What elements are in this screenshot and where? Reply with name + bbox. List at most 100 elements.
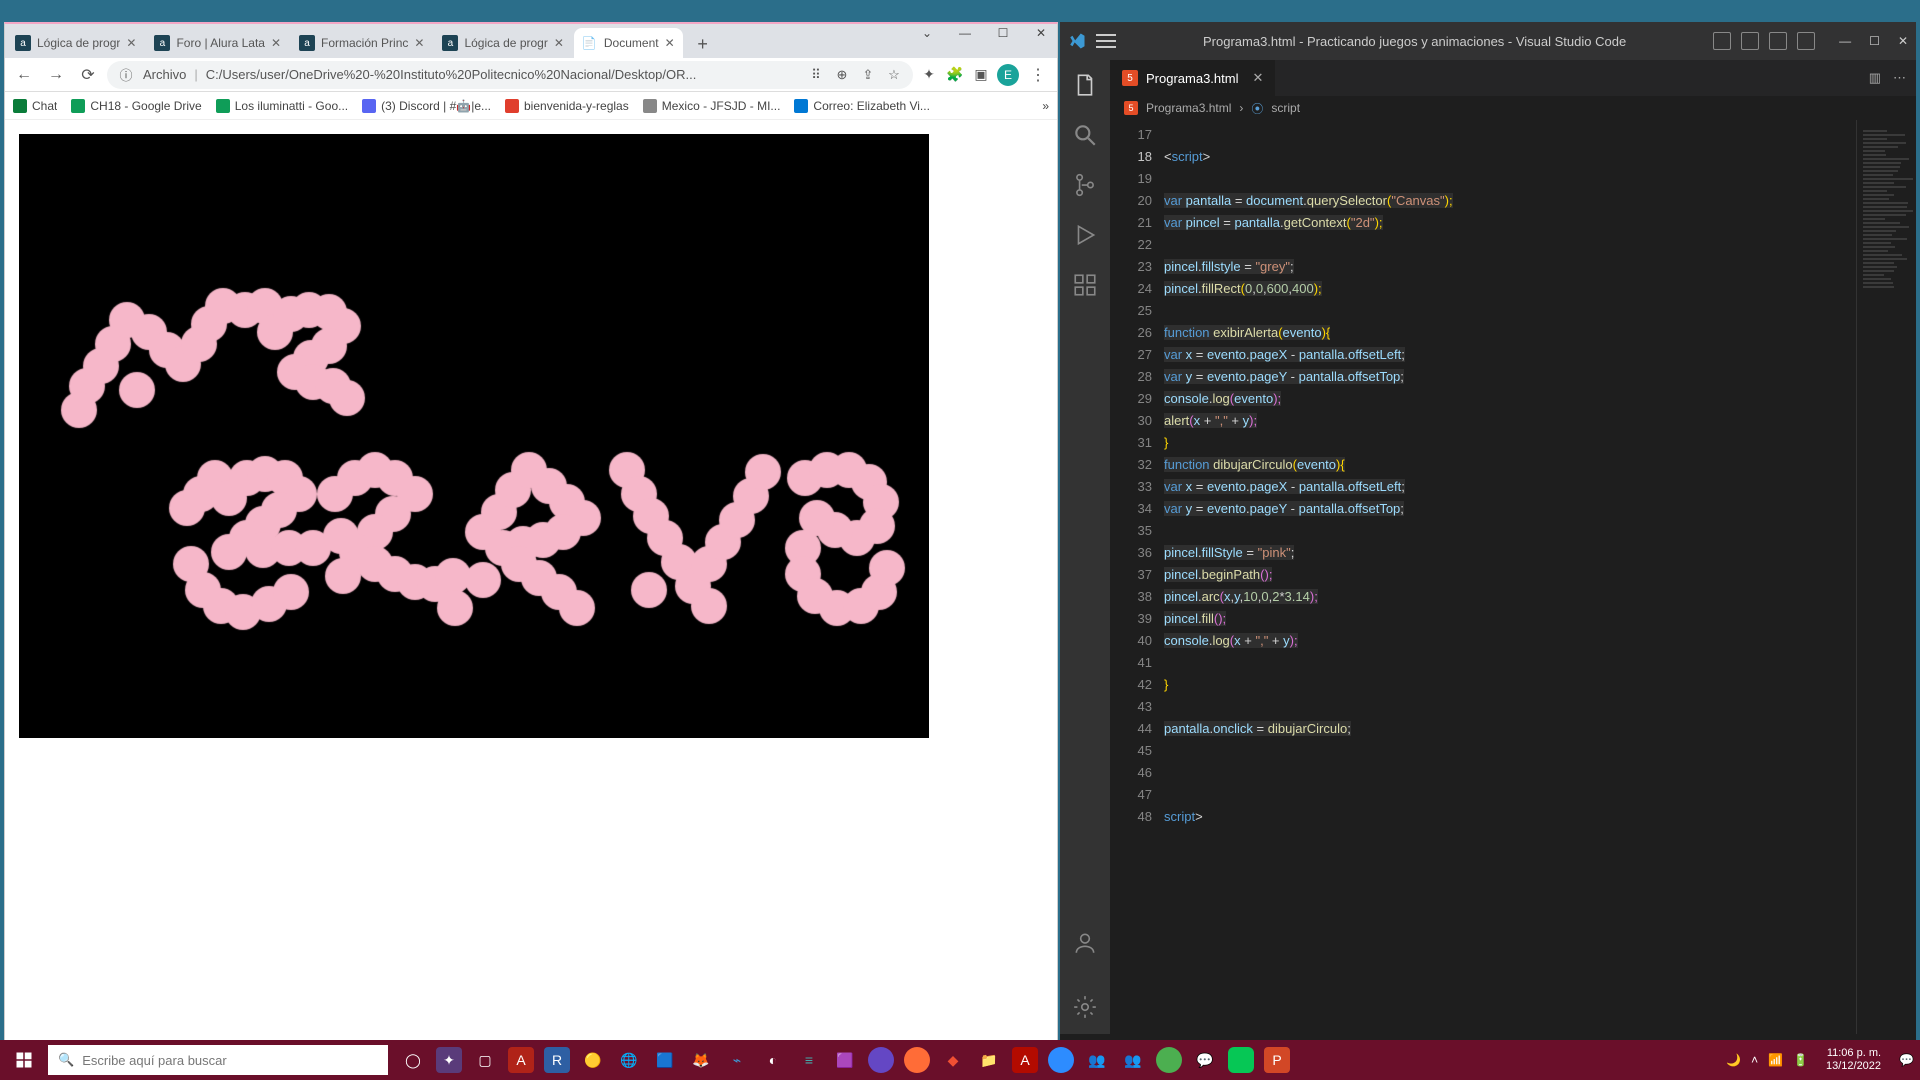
split-editor-icon[interactable]: ▥	[1869, 70, 1881, 86]
notifications-icon[interactable]: 💬	[1899, 1053, 1914, 1067]
vscode-close[interactable]: ✕	[1898, 34, 1908, 48]
app-icon[interactable]	[868, 1047, 894, 1073]
browser-tab[interactable]: aLógica de progr✕	[434, 28, 571, 58]
postman-icon[interactable]	[904, 1047, 930, 1073]
bookmark-item[interactable]: Chat	[13, 99, 57, 113]
wifi-icon[interactable]: 📶	[1768, 1053, 1783, 1067]
vscode-max[interactable]: ☐	[1869, 34, 1880, 48]
code-content[interactable]: <script> var pantalla = document.querySe…	[1164, 120, 1856, 1034]
revit-icon[interactable]: R	[544, 1047, 570, 1073]
sidepanel-icon[interactable]: ▣	[971, 65, 991, 85]
close-tab-icon[interactable]: ✕	[665, 36, 675, 50]
minimap[interactable]	[1856, 120, 1916, 1034]
chrome-chevron[interactable]: ⌄	[917, 26, 937, 40]
bookmark-item[interactable]: Los iluminatti - Goo...	[216, 99, 348, 113]
close-tab-icon[interactable]: ✕	[126, 36, 136, 50]
powerpoint-icon[interactable]: P	[1264, 1047, 1290, 1073]
nav-back[interactable]: ←	[11, 62, 37, 88]
canvas-output[interactable]	[19, 134, 929, 738]
bookmark-label: Mexico - JFSJD - MI...	[662, 99, 781, 113]
file-explorer-icon[interactable]: 📁	[976, 1047, 1002, 1073]
close-tab-icon[interactable]: ✕	[271, 36, 281, 50]
teams-icon[interactable]: 👥	[1084, 1047, 1110, 1073]
chrome-canary-icon[interactable]: 🟡	[580, 1047, 606, 1073]
firefox-icon[interactable]: 🦊	[688, 1047, 714, 1073]
omnibox[interactable]: ⓘ Archivo | C:/Users/user/OneDrive%20-%2…	[107, 61, 913, 89]
chrome-close[interactable]: ✕	[1031, 26, 1051, 40]
new-tab-button[interactable]: +	[689, 30, 717, 58]
search-icon[interactable]	[1072, 122, 1098, 148]
browser-tab[interactable]: 📄Document✕	[574, 28, 683, 58]
share-icon[interactable]: ⇪	[859, 66, 877, 84]
bookmark-item[interactable]: (3) Discord | #🤖|e...	[362, 99, 491, 113]
line-icon[interactable]	[1228, 1047, 1254, 1073]
browser-tab[interactable]: aForo | Alura Lata✕	[146, 28, 289, 58]
bookmark-item[interactable]: bienvenida-y-reglas	[505, 99, 629, 113]
task-view-icon[interactable]: ▢	[472, 1047, 498, 1073]
explorer-icon[interactable]	[1072, 72, 1098, 98]
taskbar-clock[interactable]: 11:06 p. m. 13/12/2022	[1818, 1047, 1889, 1073]
bookmark-star-icon[interactable]: ☆	[885, 66, 903, 84]
layout-icon-2[interactable]	[1741, 32, 1759, 50]
chrome-min[interactable]: —	[955, 26, 975, 40]
site-info-icon[interactable]: ⓘ	[117, 66, 135, 84]
chrome-menu[interactable]: ⋮	[1025, 62, 1051, 88]
run-debug-icon[interactable]	[1072, 222, 1098, 248]
vscode-min[interactable]: —	[1839, 34, 1851, 48]
bookmarks-overflow[interactable]: »	[1042, 99, 1049, 113]
taskbar-search[interactable]: 🔍 Escribe aquí para buscar	[48, 1045, 388, 1075]
autocad-icon[interactable]: A	[508, 1047, 534, 1073]
cortana-icon[interactable]: ◯	[400, 1047, 426, 1073]
layout-icon-1[interactable]	[1713, 32, 1731, 50]
figma-icon[interactable]: 🟪	[832, 1047, 858, 1073]
edge-icon[interactable]: 🟦	[652, 1047, 678, 1073]
bookmark-item[interactable]: Mexico - JFSJD - MI...	[643, 99, 781, 113]
vscode-taskbar-icon[interactable]: ⌁	[724, 1047, 750, 1073]
chrome-icon[interactable]: 🌐	[616, 1047, 642, 1073]
editor-tab-active[interactable]: 5 Programa3.html ✕	[1110, 60, 1276, 96]
git-icon[interactable]: ◆	[940, 1047, 966, 1073]
battery-icon[interactable]: 🔋	[1793, 1053, 1808, 1067]
source-control-icon[interactable]	[1072, 172, 1098, 198]
code-editor[interactable]: 1718192021222324252627282930313233343536…	[1110, 120, 1916, 1034]
acrobat-icon[interactable]: A	[1012, 1047, 1038, 1073]
layout-icon-4[interactable]	[1797, 32, 1815, 50]
settings-gear-icon[interactable]	[1072, 994, 1098, 1020]
more-actions-icon[interactable]: ⋯	[1893, 70, 1906, 86]
bookmark-favicon	[794, 99, 808, 113]
close-tab-icon[interactable]: ✕	[554, 36, 564, 50]
extensions-icon[interactable]: 🧩	[945, 65, 965, 85]
app-icon[interactable]: ≡	[796, 1047, 822, 1073]
app-icon[interactable]: ✦	[436, 1047, 462, 1073]
browser-tab[interactable]: aFormación Princ✕	[291, 28, 432, 58]
translate-icon[interactable]: ⠿	[807, 66, 825, 84]
breadcrumb[interactable]: 5 Programa3.html › ⦿ script	[1110, 96, 1916, 120]
bookmark-item[interactable]: CH18 - Google Drive	[71, 99, 201, 113]
teams-icon-2[interactable]: 👥	[1120, 1047, 1146, 1073]
chrome-max[interactable]: ☐	[993, 26, 1013, 40]
profile-avatar[interactable]: E	[997, 64, 1019, 86]
bookmark-item[interactable]: Correo: Elizabeth Vi...	[794, 99, 930, 113]
weather-icon[interactable]: 🌙	[1726, 1053, 1741, 1067]
ext-icon-1[interactable]: ✦	[919, 65, 939, 85]
bookmark-label: CH18 - Google Drive	[90, 99, 201, 113]
browser-tab[interactable]: aLógica de progr✕	[7, 28, 144, 58]
layout-icon-3[interactable]	[1769, 32, 1787, 50]
editor-tab-label: Programa3.html	[1146, 71, 1238, 86]
start-button[interactable]	[0, 1040, 48, 1080]
nav-reload[interactable]: ⟳	[75, 62, 101, 88]
vscode-menu-icon[interactable]	[1096, 34, 1116, 48]
tray-chevron-icon[interactable]: ˄	[1751, 1053, 1758, 1067]
whatsapp-icon[interactable]: 💬	[1192, 1047, 1218, 1073]
eclipse-icon[interactable]: ◐	[760, 1047, 786, 1073]
zoom-icon[interactable]: ⊕	[833, 66, 851, 84]
editor-tabs: 5 Programa3.html ✕ ▥ ⋯	[1110, 60, 1916, 96]
close-tab-icon[interactable]: ✕	[414, 36, 424, 50]
close-tab-icon[interactable]: ✕	[1252, 70, 1263, 86]
zoom-icon[interactable]	[1048, 1047, 1074, 1073]
account-icon[interactable]	[1072, 930, 1098, 956]
nav-forward[interactable]: →	[43, 62, 69, 88]
app-icon[interactable]	[1156, 1047, 1182, 1073]
extensions-icon[interactable]	[1072, 272, 1098, 298]
bookmark-favicon	[505, 99, 519, 113]
